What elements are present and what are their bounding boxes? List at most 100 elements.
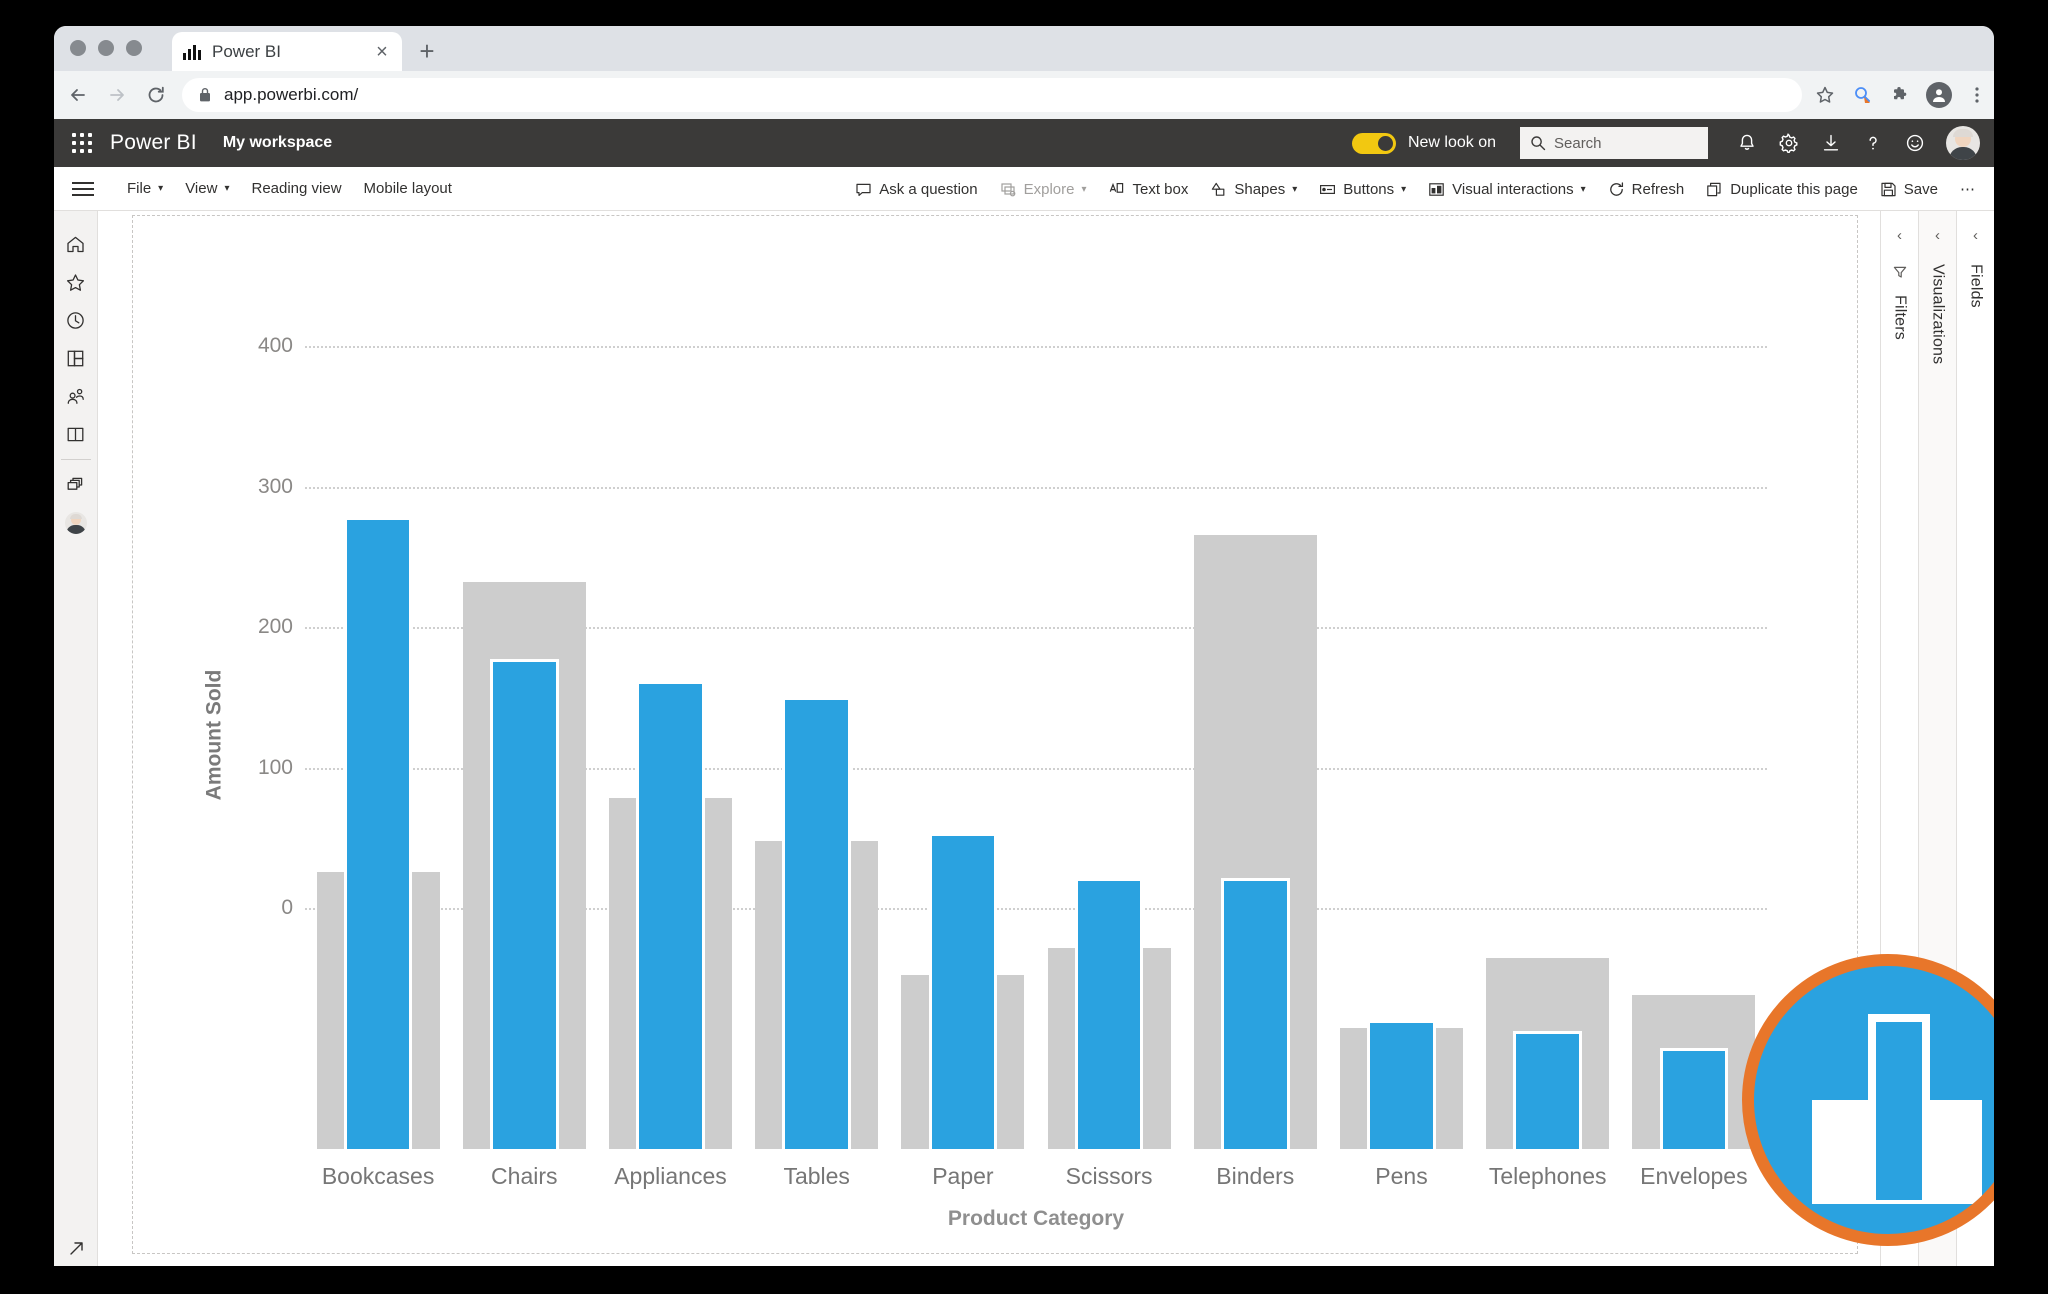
toolbar-right-group: Ask a question Explore ▾ Text box Shapes ▾ But… (844, 167, 1986, 211)
bar-amount-sold[interactable] (489, 658, 559, 1149)
chart-category-group[interactable]: Scissors (1036, 262, 1182, 1189)
chart-category-group[interactable]: Binders (1182, 262, 1328, 1189)
chevron-left-icon[interactable]: ‹ (1935, 227, 1940, 244)
search-box[interactable] (1520, 127, 1708, 159)
chart-category-group[interactable]: Paper (890, 262, 1036, 1189)
chart-category-group[interactable]: Pens (1328, 262, 1474, 1189)
address-url-text: app.powerbi.com/ (224, 85, 359, 104)
bar-amount-sold[interactable] (1659, 1047, 1729, 1149)
sidebar-item-user[interactable] (54, 504, 98, 542)
new-tab-button[interactable]: + (414, 38, 440, 64)
toolbar-item-visual-interactions[interactable]: Visual interactions ▾ (1417, 167, 1597, 211)
toolbar-item-[interactable]: ⋯ (1949, 167, 1986, 211)
search-input[interactable] (1554, 134, 1684, 152)
expand-arrow-icon[interactable] (54, 1239, 98, 1258)
forward-button[interactable] (103, 78, 132, 112)
menu-hamburger-icon[interactable] (72, 181, 94, 196)
chart-category-group[interactable]: Envelopes (1621, 262, 1767, 1189)
bar-chart-visual[interactable]: Amount Sold 0 100 200 300 400 Bookcases Chair… (133, 216, 1857, 1253)
powerbi-app: Power BI My workspace New look on Search… (54, 119, 1994, 1266)
toolbar-item-file[interactable]: File ▾ (116, 167, 174, 211)
y-axis-tick-label: 300 (257, 474, 293, 498)
toolbar-item-text-box[interactable]: Text box (1097, 167, 1199, 211)
browser-tab[interactable]: Power BI × (172, 32, 402, 71)
toolbar-item-shapes[interactable]: Shapes ▾ (1199, 167, 1308, 211)
toolbar-item-save[interactable]: Save (1869, 167, 1949, 211)
chart-bar-stack (1047, 262, 1171, 1149)
powerbi-logo-text[interactable]: Power BI (110, 131, 197, 155)
toolbar-left-group: File ▾ View ▾ Reading view Mobile layout (116, 167, 463, 211)
x-axis-category-label: Binders (1216, 1163, 1295, 1189)
app-launcher-icon[interactable] (72, 133, 92, 153)
chart-bar-stack (1632, 262, 1756, 1149)
sidebar-item-apps[interactable] (54, 339, 98, 377)
toolbar-item-label: Buttons (1343, 180, 1395, 198)
toolbar-item-label: Shapes (1234, 180, 1286, 198)
x-axis-category-label: Bookcases (321, 1163, 435, 1189)
window-close-button[interactable] (70, 40, 86, 56)
chart-category-group[interactable]: Telephones (1475, 262, 1621, 1189)
gear-icon[interactable] (1768, 119, 1810, 167)
sidebar-item-favorites[interactable] (54, 263, 98, 301)
chart-category-group[interactable]: Tables (744, 262, 890, 1189)
report-page-canvas[interactable]: Amount Sold 0 100 200 300 400 Bookcases Chair… (132, 215, 1858, 1254)
window-maximize-button[interactable] (126, 40, 142, 56)
toolbar-item-explore[interactable]: Explore ▾ (989, 167, 1098, 211)
address-input[interactable]: app.powerbi.com/ (182, 78, 1803, 112)
bar-amount-sold[interactable] (1513, 1031, 1583, 1149)
sidebar-item-home[interactable] (54, 225, 98, 263)
breadcrumb-workspace[interactable]: My workspace (223, 134, 332, 152)
window-minimize-button[interactable] (98, 40, 114, 56)
toolbar-item-mobile-layout[interactable]: Mobile layout (353, 167, 463, 211)
chart-category-group[interactable]: Bookcases (305, 262, 451, 1189)
nav-rail (54, 211, 98, 1266)
sidebar-item-shared-with-me[interactable] (54, 377, 98, 415)
x-axis-category-label: Envelopes (1640, 1163, 1748, 1189)
reload-button[interactable] (141, 78, 170, 112)
chevron-left-icon[interactable]: ‹ (1897, 227, 1902, 244)
toolbar-item-view[interactable]: View ▾ (174, 167, 240, 211)
lock-icon (198, 87, 212, 103)
chevron-left-icon[interactable]: ‹ (1973, 227, 1978, 244)
toolbar-item-reading-view[interactable]: Reading view (240, 167, 352, 211)
chart-bar-stack (901, 262, 1025, 1149)
chart-plot-area: Bookcases Chairs Appliances Tables Paper Scis… (305, 262, 1767, 1189)
search-magnifier-icon[interactable] (1846, 78, 1880, 112)
sidebar-item-workspaces[interactable] (54, 466, 98, 504)
sidebar-item-recent[interactable] (54, 301, 98, 339)
button-icon (1319, 181, 1336, 198)
y-axis-title: Amount Sold (202, 669, 226, 800)
toolbar-item-label: Explore (1023, 180, 1075, 198)
duplicate-icon (1706, 181, 1723, 198)
extensions-puzzle-icon[interactable] (1884, 78, 1918, 112)
bar-amount-sold[interactable] (343, 517, 413, 1149)
toolbar-item-refresh[interactable]: Refresh (1597, 167, 1696, 211)
bar-amount-sold[interactable] (1367, 1019, 1436, 1149)
bar-amount-sold[interactable] (782, 696, 852, 1149)
toolbar-item-duplicate-this-page[interactable]: Duplicate this page (1695, 167, 1869, 211)
chart-category-group[interactable]: Appliances (597, 262, 743, 1189)
toolbar-item-buttons[interactable]: Buttons ▾ (1308, 167, 1417, 211)
pane-title-visualizations: Visualizations (1929, 264, 1947, 365)
profile-icon[interactable] (1922, 78, 1956, 112)
bar-amount-sold[interactable] (636, 681, 705, 1149)
sidebar-item-learn[interactable] (54, 415, 98, 453)
help-icon[interactable] (1852, 119, 1894, 167)
bookmark-star-icon[interactable] (1808, 78, 1842, 112)
close-icon[interactable]: × (372, 42, 392, 62)
bar-amount-sold[interactable] (928, 833, 998, 1149)
chart-bar-stack (316, 262, 440, 1149)
chart-bar-stack (1486, 262, 1610, 1149)
download-icon[interactable] (1810, 119, 1852, 167)
bar-amount-sold[interactable] (1074, 877, 1144, 1149)
feedback-smiley-icon[interactable] (1894, 119, 1936, 167)
bell-icon[interactable] (1726, 119, 1768, 167)
avatar[interactable] (1946, 126, 1980, 160)
new-look-toggle[interactable] (1351, 132, 1396, 154)
y-axis-tick-label: 400 (257, 334, 293, 358)
bar-amount-sold[interactable] (1220, 877, 1290, 1149)
toolbar-item-ask-a-question[interactable]: Ask a question (844, 167, 988, 211)
chrome-menu-icon[interactable] (1960, 78, 1994, 112)
back-button[interactable] (64, 78, 93, 112)
chart-category-group[interactable]: Chairs (451, 262, 597, 1189)
